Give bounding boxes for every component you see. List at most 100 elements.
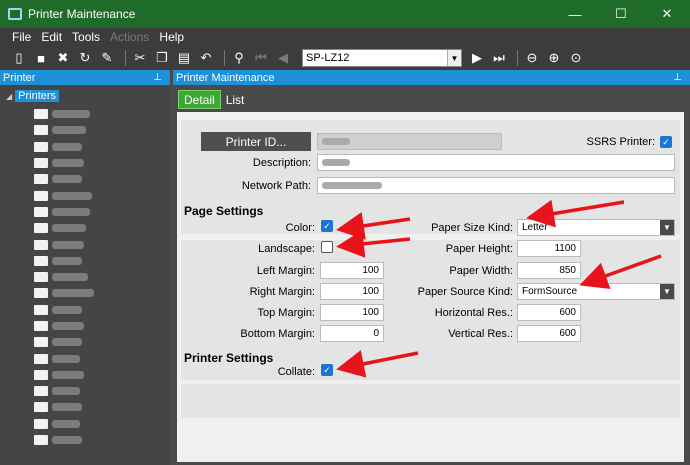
network-path-field[interactable] <box>317 177 675 194</box>
undo-icon[interactable]: ↶ <box>197 49 215 67</box>
tree-item[interactable] <box>34 334 94 350</box>
new-icon[interactable]: ▯ <box>10 49 28 67</box>
tab-list[interactable]: List <box>221 90 250 109</box>
printer-id-field[interactable] <box>317 133 502 150</box>
printer-folder-icon <box>34 304 48 315</box>
tree-item[interactable] <box>34 171 94 187</box>
refresh-icon[interactable]: ↻ <box>76 49 94 67</box>
tree-item[interactable] <box>34 204 94 220</box>
detail-content: Printer ID... SSRS Printer: ✓ Descriptio… <box>177 112 684 462</box>
tree-root-label[interactable]: Printers <box>15 90 60 102</box>
printer-folder-icon <box>34 141 48 152</box>
landscape-checkbox[interactable] <box>321 241 333 253</box>
page-settings-title: Page Settings <box>184 204 264 218</box>
color-label: Color: <box>285 222 315 234</box>
toolbar-divider <box>517 50 518 66</box>
back-icon[interactable]: ⊖ <box>523 49 541 67</box>
paper-width-label: Paper Width: <box>449 265 513 277</box>
tree-item[interactable] <box>34 367 94 383</box>
tab-detail[interactable]: Detail <box>178 90 221 109</box>
printer-settings-title: Printer Settings <box>184 351 274 365</box>
delete-icon[interactable]: ✖ <box>54 49 72 67</box>
tree-item[interactable] <box>34 155 94 171</box>
tree-item[interactable] <box>34 253 94 269</box>
tree-item[interactable] <box>34 122 94 138</box>
paper-source-kind-select[interactable]: FormSource ▼ <box>517 283 675 300</box>
tree-item[interactable] <box>34 285 94 301</box>
obscured-text <box>52 256 82 265</box>
tree-item[interactable] <box>34 302 94 318</box>
last-record-icon[interactable]: ⏭ <box>490 49 508 67</box>
obscured-text <box>52 387 80 396</box>
tree-item[interactable] <box>34 220 94 236</box>
obscured-text <box>52 322 84 330</box>
horizontal-res-field[interactable]: 600 <box>517 304 581 321</box>
collate-checkbox[interactable]: ✓ <box>321 364 333 376</box>
printer-folder-icon <box>34 206 48 217</box>
search-binoculars-icon[interactable]: ⚲ <box>230 49 248 67</box>
tree-item[interactable] <box>34 106 94 122</box>
printer-folder-icon <box>34 321 48 331</box>
menu-file[interactable]: File <box>12 30 31 44</box>
pin-icon[interactable]: ⊥ <box>153 72 162 83</box>
obscured-text <box>322 159 350 166</box>
obscured-text <box>52 142 82 151</box>
tree-item[interactable] <box>34 236 94 252</box>
paper-height-field[interactable]: 1100 <box>517 240 581 257</box>
tree-item[interactable] <box>34 187 94 203</box>
printer-folder-icon <box>34 158 48 169</box>
color-checkbox[interactable]: ✓ <box>321 220 333 232</box>
paste-icon[interactable]: ▤ <box>175 49 193 67</box>
right-margin-field[interactable]: 100 <box>320 283 384 300</box>
tree-item[interactable] <box>34 416 94 432</box>
main-panel-title: Printer Maintenance <box>176 71 275 84</box>
chevron-down-icon[interactable]: ▼ <box>447 50 461 66</box>
chevron-down-icon[interactable]: ▼ <box>660 220 674 235</box>
first-record-icon: ⏮ <box>255 50 267 65</box>
top-margin-field[interactable]: 100 <box>320 304 384 321</box>
clear-icon[interactable]: ✎ <box>98 49 116 67</box>
collapse-caret-icon[interactable]: ◢ <box>6 92 12 101</box>
menu-help[interactable]: Help <box>159 30 184 44</box>
printer-folder-icon <box>34 418 48 429</box>
tree-item[interactable] <box>34 432 94 448</box>
printer-folder-icon <box>34 223 48 234</box>
menu-tools[interactable]: Tools <box>72 30 100 44</box>
save-icon[interactable]: ■ <box>32 49 50 67</box>
copy-icon[interactable]: ❐ <box>153 49 171 67</box>
main-panel: Printer Maintenance ⊥ Detail List Printe… <box>173 70 690 465</box>
obscured-text <box>52 305 82 314</box>
tree-item[interactable] <box>34 383 94 399</box>
minimize-button[interactable]: — <box>552 0 598 28</box>
cut-icon[interactable]: ✂ <box>131 49 149 67</box>
close-button[interactable]: ✕ <box>644 0 690 28</box>
menu-bar: File Edit Tools Actions Help <box>0 28 690 46</box>
record-selector[interactable]: SP-LZ12 ▼ <box>302 49 462 67</box>
tree-item[interactable] <box>34 139 94 155</box>
tree-item[interactable] <box>34 318 94 334</box>
paper-width-field[interactable]: 850 <box>517 262 581 279</box>
printer-id-button[interactable]: Printer ID... <box>201 132 311 151</box>
printer-settings-group <box>181 384 680 418</box>
tree-item[interactable] <box>34 399 94 415</box>
tree-root[interactable]: ◢ Printers <box>6 90 60 102</box>
printer-folder-icon <box>34 435 48 446</box>
pin-icon[interactable]: ⊥ <box>673 72 682 83</box>
tree-item[interactable] <box>34 350 94 366</box>
paper-size-kind-select[interactable]: Letter ▼ <box>517 219 675 236</box>
description-field[interactable] <box>317 154 675 171</box>
forward-icon[interactable]: ⊕ <box>545 49 563 67</box>
tree-item[interactable] <box>34 269 94 285</box>
maximize-button[interactable]: ☐ <box>598 0 644 28</box>
vertical-res-field[interactable]: 600 <box>517 325 581 342</box>
menu-edit[interactable]: Edit <box>41 30 62 44</box>
down-icon[interactable]: ⊙ <box>567 49 585 67</box>
obscured-text <box>322 182 382 189</box>
description-label: Description: <box>252 157 311 169</box>
next-record-icon[interactable]: ▶ <box>468 49 486 67</box>
chevron-down-icon[interactable]: ▼ <box>660 284 674 299</box>
left-margin-field[interactable]: 100 <box>320 262 384 279</box>
toolbar: ▯ ■ ✖ ↻ ✎ ✂ ❐ ▤ ↶ ⚲ ⏮ ◀ SP-LZ12 ▼ ▶ ⏭ ⊖ … <box>0 46 690 70</box>
ssrs-printer-checkbox[interactable]: ✓ <box>660 136 672 148</box>
bottom-margin-field[interactable]: 0 <box>320 325 384 342</box>
